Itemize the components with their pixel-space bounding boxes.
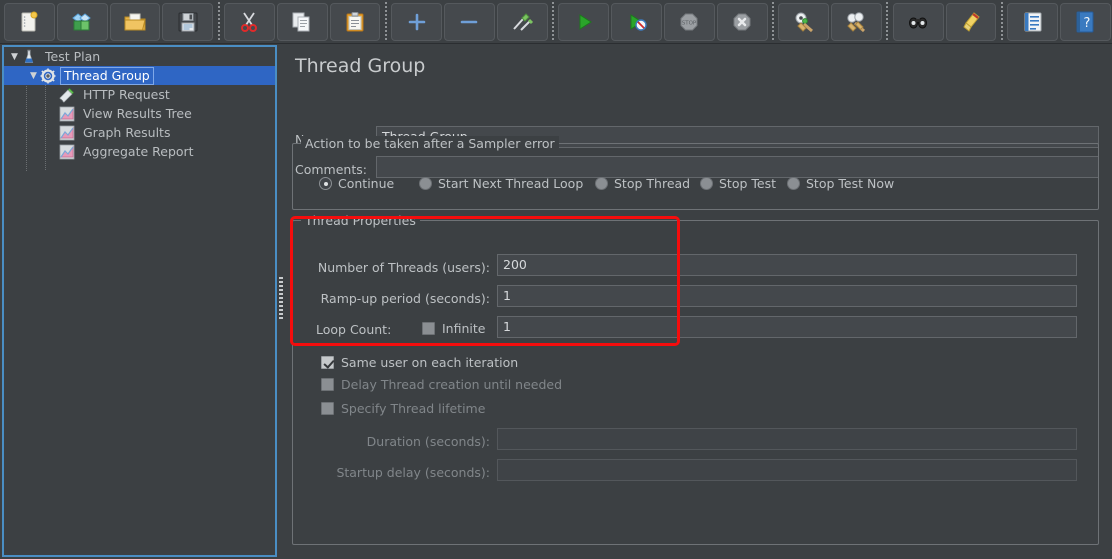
tree-node-test-plan[interactable]: ▼ Test Plan xyxy=(4,47,275,66)
test-plan-tree[interactable]: ▼Test Plan▼Thread Group▼HTTP Request▼Vie… xyxy=(2,45,277,557)
tree-node-label: HTTP Request xyxy=(83,86,170,102)
tree-node-label: Test Plan xyxy=(45,48,101,64)
tree-node-label: Aggregate Report xyxy=(83,143,194,159)
clear-icon[interactable] xyxy=(778,2,830,41)
startup-delay-input[interactable] xyxy=(497,459,1077,481)
stop-icon[interactable]: STOP xyxy=(664,2,715,41)
radio-dot[interactable] xyxy=(787,177,800,190)
paste-icon[interactable] xyxy=(329,2,381,41)
svg-text:?: ? xyxy=(1084,16,1091,31)
start-icon[interactable] xyxy=(558,2,610,41)
clear-all-icon[interactable] xyxy=(831,2,883,41)
num-threads-label: Number of Threads (users): xyxy=(317,260,490,275)
tree-twisty[interactable]: ▼ xyxy=(46,90,59,100)
collapse-all-icon[interactable] xyxy=(443,2,495,41)
toolbar-separator xyxy=(883,1,892,42)
open-icon[interactable] xyxy=(109,2,161,41)
thread-properties-title: Thread Properties xyxy=(301,213,420,228)
help-icon[interactable]: ? xyxy=(1060,2,1111,41)
delay-thread-creation-checkbox[interactable]: Delay Thread creation until needed xyxy=(321,377,562,392)
svg-text:STOP: STOP xyxy=(682,20,697,26)
specify-thread-lifetime-checkbox-label: Specify Thread lifetime xyxy=(341,401,486,416)
same-user-checkbox-label: Same user on each iteration xyxy=(341,355,519,370)
tree-twisty[interactable]: ▼ xyxy=(27,71,40,81)
radio-stop-test[interactable]: Stop Test xyxy=(700,176,776,191)
new-icon[interactable] xyxy=(3,2,55,41)
ramp-up-label: Ramp-up period (seconds): xyxy=(320,291,490,306)
duration-input[interactable] xyxy=(497,428,1077,450)
radio-dot[interactable] xyxy=(700,177,713,190)
tree-node-label: Thread Group xyxy=(60,66,154,85)
num-threads-input[interactable]: 200 xyxy=(497,254,1077,276)
radio-stop-thread[interactable]: Stop Thread xyxy=(595,176,690,191)
tree-node-view-results-tree[interactable]: ▼ View Results Tree xyxy=(4,104,275,123)
splitter-grip[interactable] xyxy=(279,277,283,321)
delay-thread-creation-checkbox-box[interactable] xyxy=(321,378,334,391)
same-user-checkbox[interactable]: Same user on each iteration xyxy=(321,355,518,370)
main-toolbar: STOP? xyxy=(0,0,1112,44)
duration-label: Duration (seconds): xyxy=(366,434,490,449)
page-title: Thread Group xyxy=(295,55,426,77)
search-icon[interactable] xyxy=(892,2,944,41)
radio-stop-test-now[interactable]: Stop Test Now xyxy=(787,176,894,191)
radio-dot[interactable] xyxy=(319,177,332,190)
radio-label: Stop Thread xyxy=(614,176,691,191)
tree-node-http-request[interactable]: ▼ HTTP Request xyxy=(4,85,275,104)
toolbar-separator xyxy=(768,1,778,42)
copy-icon[interactable] xyxy=(276,2,328,41)
radio-label: Start Next Thread Loop xyxy=(438,176,584,191)
specify-thread-lifetime-checkbox[interactable]: Specify Thread lifetime xyxy=(321,401,485,416)
tree-node-label: View Results Tree xyxy=(83,105,192,121)
toggle-icon[interactable] xyxy=(496,2,548,41)
tree-twisty[interactable]: ▼ xyxy=(8,52,21,62)
delay-thread-creation-checkbox-label: Delay Thread creation until needed xyxy=(341,377,563,392)
ramp-up-input[interactable]: 1 xyxy=(497,285,1077,307)
loop-count-input[interactable]: 1 xyxy=(497,316,1077,338)
expand-all-icon[interactable] xyxy=(391,2,442,41)
specify-thread-lifetime-checkbox-box[interactable] xyxy=(321,402,334,415)
tree-twisty[interactable]: ▼ xyxy=(46,147,59,157)
tree-node-aggregate-report[interactable]: ▼ Aggregate Report xyxy=(4,142,275,161)
thread-group-icon xyxy=(40,68,57,84)
radio-label: Continue xyxy=(338,176,395,191)
tree-twisty[interactable]: ▼ xyxy=(46,128,59,138)
toolbar-separator xyxy=(548,1,558,42)
thread-group-config-panel: Thread Group Name: Thread Group Comments… xyxy=(286,45,1110,559)
tree-twisty[interactable]: ▼ xyxy=(46,109,59,119)
sampler-error-action-title: Action to be taken after a Sampler error xyxy=(301,136,559,151)
loop-count-label: Loop Count: xyxy=(316,322,392,337)
sampler-error-action-group: Action to be taken after a Sampler error xyxy=(292,136,1099,210)
radio-label: Stop Test xyxy=(719,176,777,191)
reset-search-icon[interactable] xyxy=(945,2,997,41)
infinite-checkbox-box[interactable] xyxy=(422,322,435,335)
radio-continue[interactable]: Continue xyxy=(319,176,394,191)
panel-splitter[interactable] xyxy=(277,45,285,557)
infinite-checkbox-label: Infinite xyxy=(442,321,486,336)
toolbar-separator xyxy=(214,1,223,42)
test-plan-icon xyxy=(21,49,38,65)
radio-start-next-thread-loop[interactable]: Start Next Thread Loop xyxy=(419,176,583,191)
tree-node-thread-group[interactable]: ▼ Thread Group xyxy=(4,66,275,85)
shutdown-icon[interactable] xyxy=(716,2,768,41)
save-icon[interactable] xyxy=(162,2,214,41)
toolbar-separator xyxy=(997,1,1007,42)
http-request-icon xyxy=(59,87,76,103)
cut-icon[interactable] xyxy=(223,2,275,41)
radio-dot[interactable] xyxy=(595,177,608,190)
listener-icon xyxy=(59,106,76,122)
listener-icon xyxy=(59,144,76,160)
templates-icon[interactable] xyxy=(56,2,108,41)
tree-node-graph-results[interactable]: ▼ Graph Results xyxy=(4,123,275,142)
radio-dot[interactable] xyxy=(419,177,432,190)
function-helper-icon[interactable] xyxy=(1007,2,1059,41)
tree-node-label: Graph Results xyxy=(83,124,171,140)
startup-delay-label: Startup delay (seconds): xyxy=(336,465,490,480)
infinite-checkbox[interactable]: Infinite xyxy=(422,321,485,336)
same-user-checkbox-box[interactable] xyxy=(321,356,334,369)
toolbar-separator xyxy=(381,1,391,42)
listener-icon xyxy=(59,125,76,141)
radio-label: Stop Test Now xyxy=(806,176,895,191)
start-no-pauses-icon[interactable] xyxy=(611,2,663,41)
